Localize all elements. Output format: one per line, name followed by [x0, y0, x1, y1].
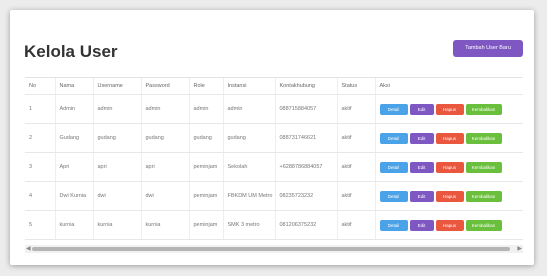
actions-cell: Detail Edit Hapus Kembalikan — [375, 181, 523, 211]
actions-cell: Detail Edit Hapus Kembalikan — [375, 210, 523, 240]
actions-cell: Detail Edit Hapus Kembalikan — [375, 123, 523, 153]
table-row: 5 kurnia kurnia kurnia peminjam SMK 3 metro 08… — [25, 210, 523, 240]
table-cell: 2 — [25, 123, 56, 153]
table-cell: aktif — [337, 181, 376, 211]
table-cell: Dwi Kurnia — [55, 181, 94, 211]
add-user-button[interactable]: Tambah User Baru — [453, 40, 523, 57]
table-cell: peminjam — [189, 181, 224, 211]
kembalikan-button[interactable]: Kembalikan — [465, 161, 502, 173]
user-management-card: Kelola User Tambah User Baru No Nama Use… — [10, 10, 534, 265]
scrollbar-thumb[interactable] — [32, 247, 510, 251]
table-cell: dwi — [141, 181, 190, 211]
detail-button[interactable]: Detail — [379, 132, 408, 144]
table-row: 1 Admin admin admin admin admin 088715884057 ak… — [25, 94, 523, 124]
table-cell: gudang — [93, 123, 142, 153]
header-role: Role — [189, 78, 224, 95]
page-title: Kelola User — [24, 42, 118, 61]
table-cell: gudang — [223, 123, 276, 153]
table-cell: kurnia — [55, 210, 94, 240]
hapus-button[interactable]: Hapus — [435, 219, 464, 231]
table-cell: gudang — [189, 123, 224, 153]
table-cell: Gudang — [55, 123, 94, 153]
user-table: No Nama Username Password Role Instansi … — [25, 78, 523, 240]
scroll-right-icon[interactable]: ▶ — [517, 245, 522, 253]
table-cell: aktif — [337, 210, 376, 240]
table-cell: kurnia — [141, 210, 190, 240]
table-cell: aktif — [337, 123, 376, 153]
table-cell: 088715884057 — [275, 94, 338, 124]
table-cell: FBKDM UM Metro — [223, 181, 276, 211]
table-cell: dwi — [93, 181, 142, 211]
edit-button[interactable]: Edit — [409, 219, 434, 231]
table-cell: aktif — [337, 94, 376, 124]
hapus-button[interactable]: Hapus — [435, 103, 464, 115]
detail-button[interactable]: Detail — [379, 190, 408, 202]
header-status: Status — [337, 78, 376, 95]
table-cell: 4 — [25, 181, 56, 211]
table-cell: peminjam — [189, 210, 224, 240]
table-header-row: No Nama Username Password Role Instansi … — [25, 78, 523, 95]
table-cell: kurnia — [93, 210, 142, 240]
detail-button[interactable]: Detail — [379, 219, 408, 231]
hapus-button[interactable]: Hapus — [435, 190, 464, 202]
edit-button[interactable]: Edit — [409, 103, 434, 115]
table-cell: admin — [141, 94, 190, 124]
kembalikan-button[interactable]: Kembalikan — [465, 132, 502, 144]
table-cell: 081206375232 — [275, 210, 338, 240]
table-row: 3 Apri apri apri peminjam Sekolah +62887868840… — [25, 152, 523, 182]
table-row: 4 Dwi Kurnia dwi dwi peminjam FBKDM UM Metro 0… — [25, 181, 523, 211]
hapus-button[interactable]: Hapus — [435, 132, 464, 144]
table-cell: gudang — [141, 123, 190, 153]
table-cell: apri — [141, 152, 190, 182]
table-cell: admin — [93, 94, 142, 124]
kembalikan-button[interactable]: Kembalikan — [465, 219, 502, 231]
table-row: 2 Gudang gudang gudang gudang gudang 088731746… — [25, 123, 523, 153]
header-nama: Nama — [55, 78, 94, 95]
horizontal-scrollbar[interactable]: ◀ ▶ — [25, 245, 523, 253]
header-password: Password — [141, 78, 190, 95]
table-cell: Apri — [55, 152, 94, 182]
header-instansi: Instansi — [223, 78, 276, 95]
scroll-left-icon[interactable]: ◀ — [26, 245, 31, 253]
table-cell: admin — [189, 94, 224, 124]
edit-button[interactable]: Edit — [409, 132, 434, 144]
user-table-container: No Nama Username Password Role Instansi … — [25, 77, 523, 246]
table-cell: apri — [93, 152, 142, 182]
actions-cell: Detail Edit Hapus Kembalikan — [375, 94, 523, 124]
table-cell: admin — [223, 94, 276, 124]
kembalikan-button[interactable]: Kembalikan — [465, 190, 502, 202]
hapus-button[interactable]: Hapus — [435, 161, 464, 173]
kembalikan-button[interactable]: Kembalikan — [465, 103, 502, 115]
edit-button[interactable]: Edit — [409, 161, 434, 173]
detail-button[interactable]: Detail — [379, 103, 408, 115]
header-no: No — [25, 78, 56, 95]
table-cell: 08235723232 — [275, 181, 338, 211]
table-cell: aktif — [337, 152, 376, 182]
header-username: Username — [93, 78, 142, 95]
actions-cell: Detail Edit Hapus Kembalikan — [375, 152, 523, 182]
header-aksi: Aksi — [375, 78, 523, 95]
table-cell: SMK 3 metro — [223, 210, 276, 240]
detail-button[interactable]: Detail — [379, 161, 408, 173]
edit-button[interactable]: Edit — [409, 190, 434, 202]
table-cell: 1 — [25, 94, 56, 124]
table-cell: Admin — [55, 94, 94, 124]
table-cell: +6288786884057 — [275, 152, 338, 182]
table-cell: Sekolah — [223, 152, 276, 182]
table-cell: 088731746621 — [275, 123, 338, 153]
table-cell: peminjam — [189, 152, 224, 182]
table-cell: 5 — [25, 210, 56, 240]
header-kontakhubung: Kontakhubung — [275, 78, 338, 95]
table-cell: 3 — [25, 152, 56, 182]
